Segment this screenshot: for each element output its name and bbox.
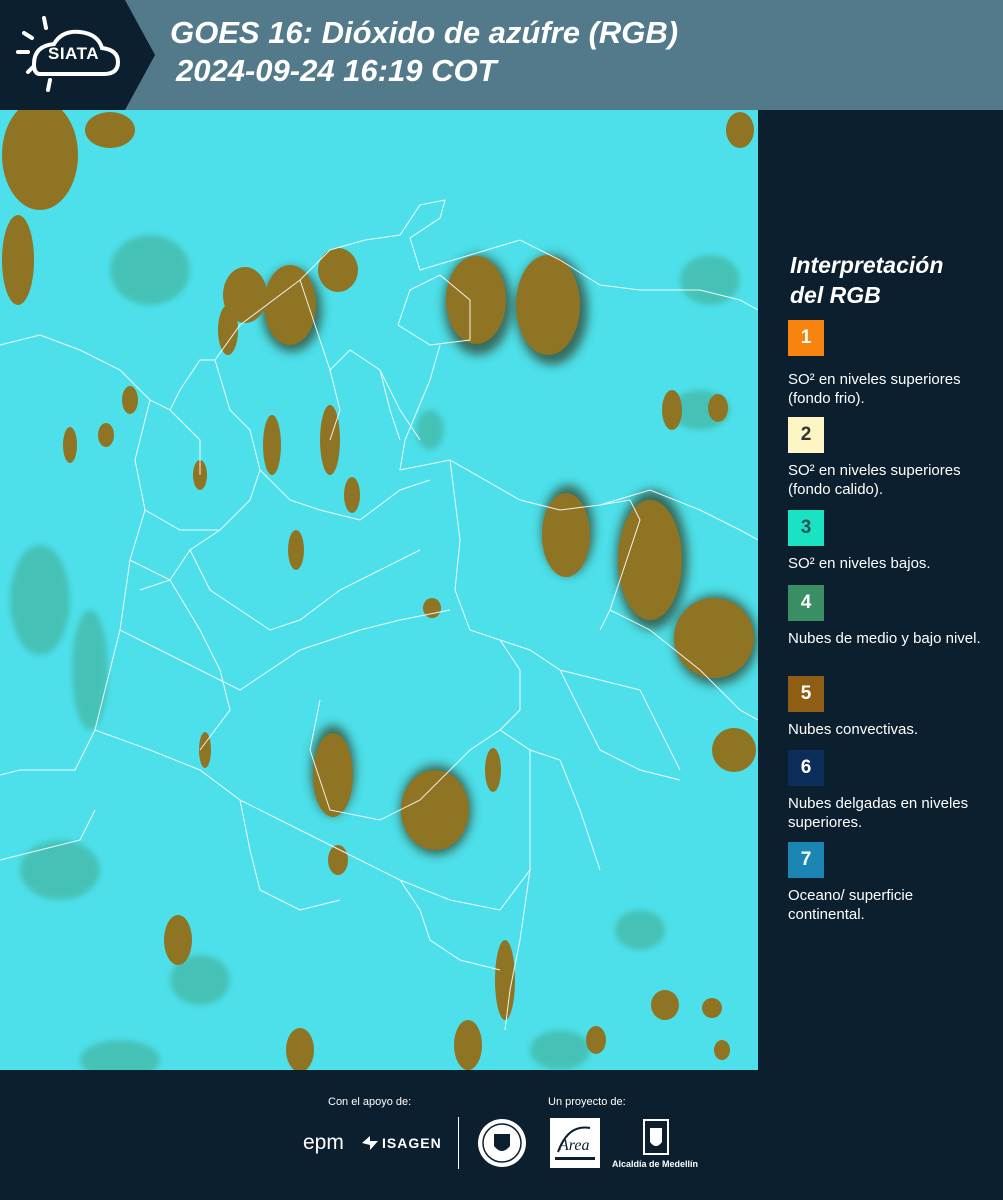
legend-label-4: Nubes de medio y bajo nivel. <box>788 630 981 647</box>
legend-swatch-4: 4 <box>788 585 824 621</box>
legend-title: Interpretación del RGB <box>790 250 943 310</box>
legend-item-2: 2 SO² en niveles superiores (fondo calid… <box>788 417 993 499</box>
legend-swatch-5: 5 <box>788 676 824 712</box>
support-label: Con el apoyo de: <box>328 1096 412 1108</box>
legend-swatch-1: 1 <box>788 320 824 356</box>
legend-item-1: 1 SO² en niveles superiores (fondo frio)… <box>788 320 993 408</box>
page-title: GOES 16: Dióxido de azúfre (RGB) 2024-09… <box>170 14 678 90</box>
legend-item-3: 3 SO² en niveles bajos. <box>788 510 993 573</box>
legend-swatch-2: 2 <box>788 417 824 453</box>
satellite-map <box>0 110 758 1070</box>
legend-swatch-3: 3 <box>788 510 824 546</box>
area-logo-text: Área <box>558 1135 590 1154</box>
legend-title-line1: Interpretación <box>790 252 944 278</box>
medellin-seal-icon <box>478 1119 526 1167</box>
legend-swatch-7: 7 <box>788 842 824 878</box>
title-timestamp: 2024-09-24 16:19 COT <box>176 53 497 88</box>
logo-text: SIATA <box>48 44 99 63</box>
title-product: GOES 16: Dióxido de azúfre (RGB) <box>170 15 679 50</box>
footer: Con el apoyo de: Un proyecto de: epm ISA… <box>0 1070 1003 1200</box>
legend-item-5: 5 Nubes convectivas. <box>788 676 993 739</box>
project-label: Un proyecto de: <box>548 1096 626 1108</box>
isagen-logo: ISAGEN <box>382 1135 442 1151</box>
footer-divider <box>458 1117 459 1169</box>
legend-item-4: 4 Nubes de medio y bajo nivel. <box>788 585 993 648</box>
legend-item-6: 6 Nubes delgadas en niveles superiores. <box>788 750 993 832</box>
alcaldia-shield-icon <box>643 1119 669 1155</box>
legend-label-1: SO² en niveles superiores (fondo frio). <box>788 371 961 407</box>
alcaldia-logo-text: Alcaldía de Medellín <box>612 1159 699 1169</box>
legend-label-7: Oceano/ superficie continental. <box>788 887 914 923</box>
isagen-mark-icon <box>362 1136 378 1150</box>
header-bar: SIATA GOES 16: Dióxido de azúfre (RGB) 2… <box>0 0 1003 110</box>
legend-title-line2: del RGB <box>790 282 881 308</box>
legend-label-3: SO² en niveles bajos. <box>788 555 931 572</box>
epm-logo: epm <box>303 1131 344 1154</box>
legend-label-6: Nubes delgadas en niveles superiores. <box>788 795 969 831</box>
legend-panel: Interpretación del RGB 1 SO² en niveles … <box>758 110 1003 1070</box>
legend-label-2: SO² en niveles superiores (fondo calido)… <box>788 462 961 498</box>
legend-item-7: 7 Oceano/ superficie continental. <box>788 842 993 924</box>
area-metropolitana-logo: Área <box>550 1118 600 1168</box>
siata-logo: SIATA <box>0 0 155 110</box>
legend-swatch-6: 6 <box>788 750 824 786</box>
legend-label-5: Nubes convectivas. <box>788 721 919 738</box>
